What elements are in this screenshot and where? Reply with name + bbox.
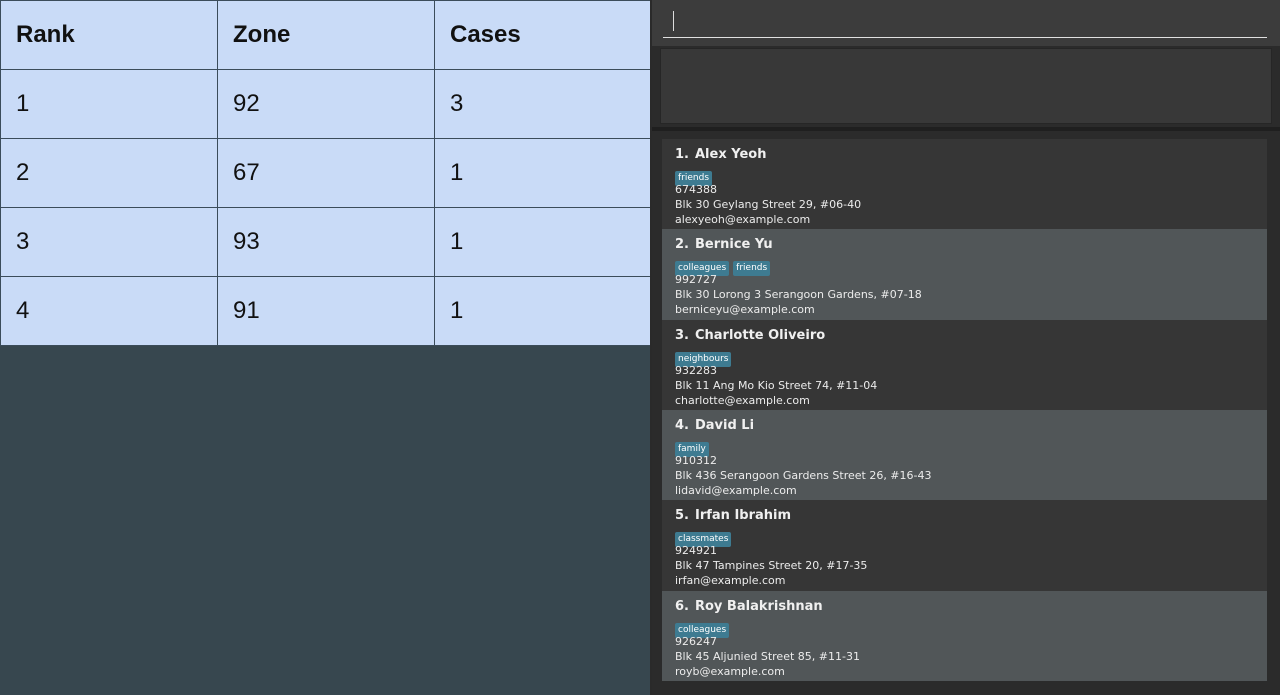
rank-cell: 4 [0, 276, 218, 346]
command-input[interactable] [663, 6, 1267, 38]
address-book-pane: 1. Alex Yeoh friends 674388 Blk 30 Geylan… [652, 0, 1280, 695]
command-box [652, 0, 1280, 46]
person-index: 5. [675, 508, 689, 524]
person-index: 3. [675, 327, 689, 343]
table-row[interactable]: 3 93 1 [0, 207, 653, 277]
person-list[interactable]: 1. Alex Yeoh friends 674388 Blk 30 Geylan… [662, 139, 1267, 681]
person-name: Irfan Ibrahim [694, 508, 792, 524]
person-index: 6. [675, 598, 689, 614]
cases-cell: 1 [434, 207, 653, 277]
person-email: lidavid@example.com [675, 483, 797, 497]
person-name: David Li [694, 417, 755, 433]
person-card[interactable]: 3. Charlotte Oliveiro neighbours 932283 B… [662, 319, 1267, 410]
person-address: Blk 30 Lorong 3 Serangoon Gardens, #07-1… [675, 288, 922, 302]
person-name: Alex Yeoh [694, 147, 767, 162]
rank-cell: 1 [0, 69, 218, 139]
zone-cell: 67 [217, 138, 435, 208]
person-name-line: 6. Roy Balakrishnan [675, 598, 1254, 616]
pane-divider[interactable] [652, 127, 1280, 131]
person-name-line: 3. Charlotte Oliveiro [675, 327, 1254, 345]
person-address: Blk 436 Serangoon Gardens Street 26, #16… [675, 468, 932, 482]
tag-list: colleagues [675, 617, 1254, 638]
tag-list: classmates [675, 526, 1254, 548]
zone-ranking-table: Rank Zone Cases 1 92 3 2 67 1 3 93 1 4 9… [0, 0, 653, 346]
result-display [660, 48, 1272, 124]
cases-cell: 1 [434, 138, 653, 208]
cases-cell: 3 [434, 69, 653, 139]
rank-cell: 2 [0, 138, 218, 208]
person-address: Blk 30 Geylang Street 29, #06-40 [675, 198, 862, 211]
person-card[interactable]: 1. Alex Yeoh friends 674388 Blk 30 Geylan… [662, 139, 1267, 230]
person-name-line: 2. Bernice Yu [675, 236, 1254, 254]
person-name-line: 5. Irfan Ibrahim [675, 507, 1254, 525]
person-name: Roy Balakrishnan [694, 598, 823, 614]
tag-list: family [675, 436, 1254, 457]
person-name-line: 1. Alex Yeoh [675, 146, 1254, 164]
table-row[interactable]: 1 92 3 [0, 69, 653, 139]
table-header-row: Rank Zone Cases [0, 0, 653, 70]
column-header-zone[interactable]: Zone [217, 0, 435, 70]
tag-label: friends [733, 261, 771, 277]
tag-list: friends [675, 165, 1254, 186]
person-phone: 674388 [675, 183, 717, 196]
person-address: Blk 45 Aljunied Street 85, #11-31 [675, 649, 860, 663]
table-row[interactable]: 4 91 1 [0, 276, 653, 346]
person-phone: 926247 [675, 634, 717, 648]
tag-list: colleagues friends [675, 255, 1254, 277]
person-index: 4. [675, 417, 689, 433]
rank-cell: 3 [0, 207, 218, 277]
person-name-line: 4. David Li [675, 417, 1254, 435]
person-name: Charlotte Oliveiro [694, 327, 826, 343]
person-index: 2. [675, 237, 689, 253]
person-card[interactable]: 4. David Li family 910312 Blk 436 Serango… [662, 409, 1267, 501]
column-header-rank[interactable]: Rank [0, 0, 218, 70]
person-email: berniceyu@example.com [675, 303, 815, 317]
person-index: 1. [675, 147, 689, 162]
person-email: alexyeoh@example.com [675, 213, 811, 226]
tag-list: neighbours [675, 346, 1254, 367]
person-email: charlotte@example.com [675, 393, 810, 407]
person-address: Blk 11 Ang Mo Kio Street 74, #11-04 [675, 378, 878, 392]
person-name: Bernice Yu [694, 237, 773, 253]
text-caret [673, 11, 674, 31]
cases-cell: 1 [434, 276, 653, 346]
person-phone: 932283 [675, 363, 717, 377]
person-email: irfan@example.com [675, 574, 786, 588]
zone-cell: 93 [217, 207, 435, 277]
person-card[interactable]: 5. Irfan Ibrahim classmates 924921 Blk 47… [662, 500, 1267, 591]
person-address: Blk 47 Tampines Street 20, #17-35 [675, 559, 868, 573]
person-email: royb@example.com [675, 664, 785, 678]
person-card[interactable]: 2. Bernice Yu colleagues friends 992727 Bl… [662, 229, 1267, 320]
person-phone: 924921 [675, 544, 717, 558]
zone-cell: 92 [217, 69, 435, 139]
column-header-cases[interactable]: Cases [434, 0, 653, 70]
zone-ranking-pane: Rank Zone Cases 1 92 3 2 67 1 3 93 1 4 9… [0, 0, 653, 695]
zone-cell: 91 [217, 276, 435, 346]
person-phone: 910312 [675, 453, 717, 467]
person-card[interactable]: 6. Roy Balakrishnan colleagues 926247 Blk… [662, 590, 1267, 681]
table-row[interactable]: 2 67 1 [0, 138, 653, 208]
